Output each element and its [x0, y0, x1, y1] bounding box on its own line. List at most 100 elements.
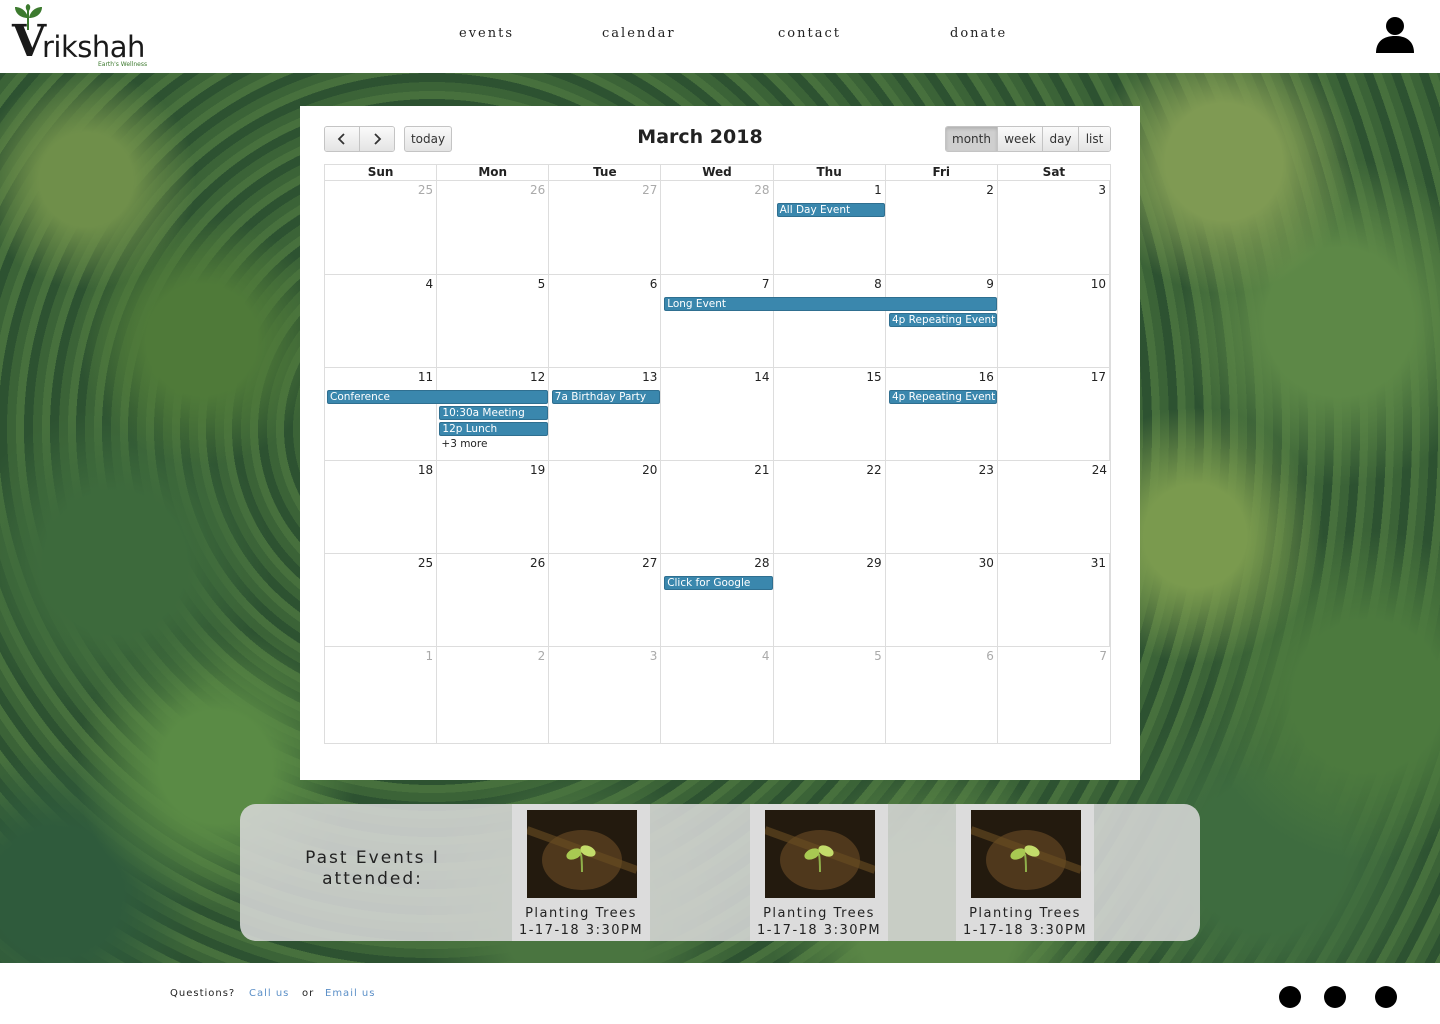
day-number[interactable]: 20 — [642, 463, 657, 477]
day-cell[interactable]: 2 — [437, 647, 550, 743]
vrikshah-logo[interactable]: V rikshah Earth's Wellness — [12, 4, 152, 68]
prev-month-button[interactable] — [325, 127, 360, 151]
day-cell[interactable]: 30 — [886, 554, 998, 646]
day-number[interactable]: 25 — [418, 556, 433, 570]
nav-donate[interactable]: donate — [950, 26, 1007, 41]
day-number[interactable]: 27 — [642, 556, 657, 570]
day-number[interactable]: 5 — [538, 277, 546, 291]
day-number[interactable]: 19 — [530, 463, 545, 477]
day-number[interactable]: 7 — [762, 277, 770, 291]
day-number[interactable]: 8 — [874, 277, 882, 291]
day-number[interactable]: 26 — [530, 556, 545, 570]
day-number[interactable]: 3 — [1098, 183, 1106, 197]
day-number[interactable]: 29 — [866, 556, 881, 570]
day-number[interactable]: 2 — [538, 649, 546, 663]
more-events-link[interactable]: +3 more — [441, 438, 487, 450]
day-cell[interactable]: 14 — [661, 368, 774, 460]
day-cell[interactable]: 26 — [437, 554, 550, 646]
day-number[interactable]: 24 — [1092, 463, 1107, 477]
day-cell[interactable]: 11 — [325, 368, 438, 460]
day-cell[interactable]: 21 — [661, 461, 774, 553]
social-icon-1[interactable] — [1279, 986, 1301, 1008]
call-us-link[interactable]: Call us — [249, 988, 289, 999]
day-cell[interactable]: 1 — [325, 647, 438, 743]
today-button[interactable]: today — [404, 126, 452, 152]
calendar-event[interactable]: Long Event — [664, 297, 998, 311]
day-cell[interactable]: 6 — [886, 647, 998, 743]
day-number[interactable]: 9 — [986, 277, 994, 291]
day-number[interactable]: 6 — [986, 649, 994, 663]
day-cell[interactable]: 3 — [998, 181, 1110, 274]
day-cell[interactable]: 4 — [661, 647, 774, 743]
day-number[interactable]: 1 — [874, 183, 882, 197]
view-day-button[interactable]: day — [1043, 127, 1079, 151]
calendar-event[interactable]: 10:30a Meeting — [439, 406, 548, 420]
day-cell[interactable]: 5 — [437, 275, 550, 367]
day-cell[interactable]: 2 — [886, 181, 998, 274]
day-cell[interactable]: 27 — [549, 554, 662, 646]
day-number[interactable]: 10 — [1091, 277, 1106, 291]
day-cell[interactable]: 7 — [998, 647, 1110, 743]
day-cell[interactable]: 25 — [325, 554, 438, 646]
social-icon-2[interactable] — [1324, 986, 1346, 1008]
day-cell[interactable]: 28 — [661, 181, 774, 274]
day-number[interactable]: 28 — [754, 556, 769, 570]
view-list-button[interactable]: list — [1079, 127, 1110, 151]
day-cell[interactable]: 17 — [998, 368, 1110, 460]
day-cell[interactable]: 27 — [549, 181, 662, 274]
day-number[interactable]: 14 — [754, 370, 769, 384]
day-cell[interactable]: 5 — [774, 647, 886, 743]
social-icon-3[interactable] — [1375, 986, 1397, 1008]
calendar-event[interactable]: 7a Birthday Party — [551, 390, 661, 404]
user-icon[interactable] — [1374, 16, 1416, 54]
next-month-button[interactable] — [360, 127, 394, 151]
calendar-event[interactable]: All Day Event — [776, 203, 885, 217]
day-number[interactable]: 3 — [650, 649, 658, 663]
view-week-button[interactable]: week — [998, 127, 1043, 151]
day-cell[interactable]: 24 — [998, 461, 1110, 553]
day-number[interactable]: 30 — [979, 556, 994, 570]
past-event-card[interactable]: Planting Trees 1-17-18 3:30PM — [512, 804, 650, 941]
day-number[interactable]: 18 — [418, 463, 433, 477]
day-number[interactable]: 25 — [418, 183, 433, 197]
calendar-event[interactable]: 12p Lunch — [439, 422, 548, 436]
day-cell[interactable]: 19 — [437, 461, 550, 553]
day-number[interactable]: 15 — [866, 370, 881, 384]
view-month-button[interactable]: month — [946, 127, 998, 151]
day-cell[interactable]: 4 — [325, 275, 438, 367]
day-cell[interactable]: 31 — [998, 554, 1110, 646]
day-number[interactable]: 27 — [642, 183, 657, 197]
day-number[interactable]: 12 — [530, 370, 545, 384]
day-number[interactable]: 5 — [874, 649, 882, 663]
day-cell[interactable]: 3 — [549, 647, 662, 743]
day-number[interactable]: 31 — [1091, 556, 1106, 570]
day-cell[interactable]: 7 — [661, 275, 774, 367]
day-number[interactable]: 4 — [426, 277, 434, 291]
day-cell[interactable]: 16 — [886, 368, 998, 460]
day-cell[interactable]: 26 — [437, 181, 550, 274]
day-cell[interactable]: 15 — [774, 368, 886, 460]
day-number[interactable]: 17 — [1091, 370, 1106, 384]
day-number[interactable]: 7 — [1099, 649, 1107, 663]
day-cell[interactable]: 25 — [325, 181, 438, 274]
day-cell[interactable]: 8 — [774, 275, 886, 367]
day-cell[interactable]: 22 — [774, 461, 886, 553]
day-number[interactable]: 13 — [642, 370, 657, 384]
day-number[interactable]: 21 — [754, 463, 769, 477]
day-number[interactable]: 11 — [418, 370, 433, 384]
day-cell[interactable]: 29 — [774, 554, 886, 646]
day-number[interactable]: 26 — [530, 183, 545, 197]
day-number[interactable]: 2 — [986, 183, 994, 197]
day-cell[interactable]: 13 — [549, 368, 662, 460]
day-cell[interactable]: 18 — [325, 461, 438, 553]
day-cell[interactable]: 23 — [886, 461, 998, 553]
calendar-event[interactable]: 4p Repeating Event — [889, 390, 998, 404]
past-event-card[interactable]: Planting Trees 1-17-18 3:30PM — [750, 804, 888, 941]
day-cell[interactable]: 28 — [661, 554, 774, 646]
day-number[interactable]: 1 — [426, 649, 434, 663]
day-number[interactable]: 16 — [979, 370, 994, 384]
calendar-event[interactable]: Click for Google — [664, 576, 773, 590]
day-number[interactable]: 6 — [650, 277, 658, 291]
day-number[interactable]: 22 — [866, 463, 881, 477]
nav-contact[interactable]: contact — [778, 26, 841, 41]
